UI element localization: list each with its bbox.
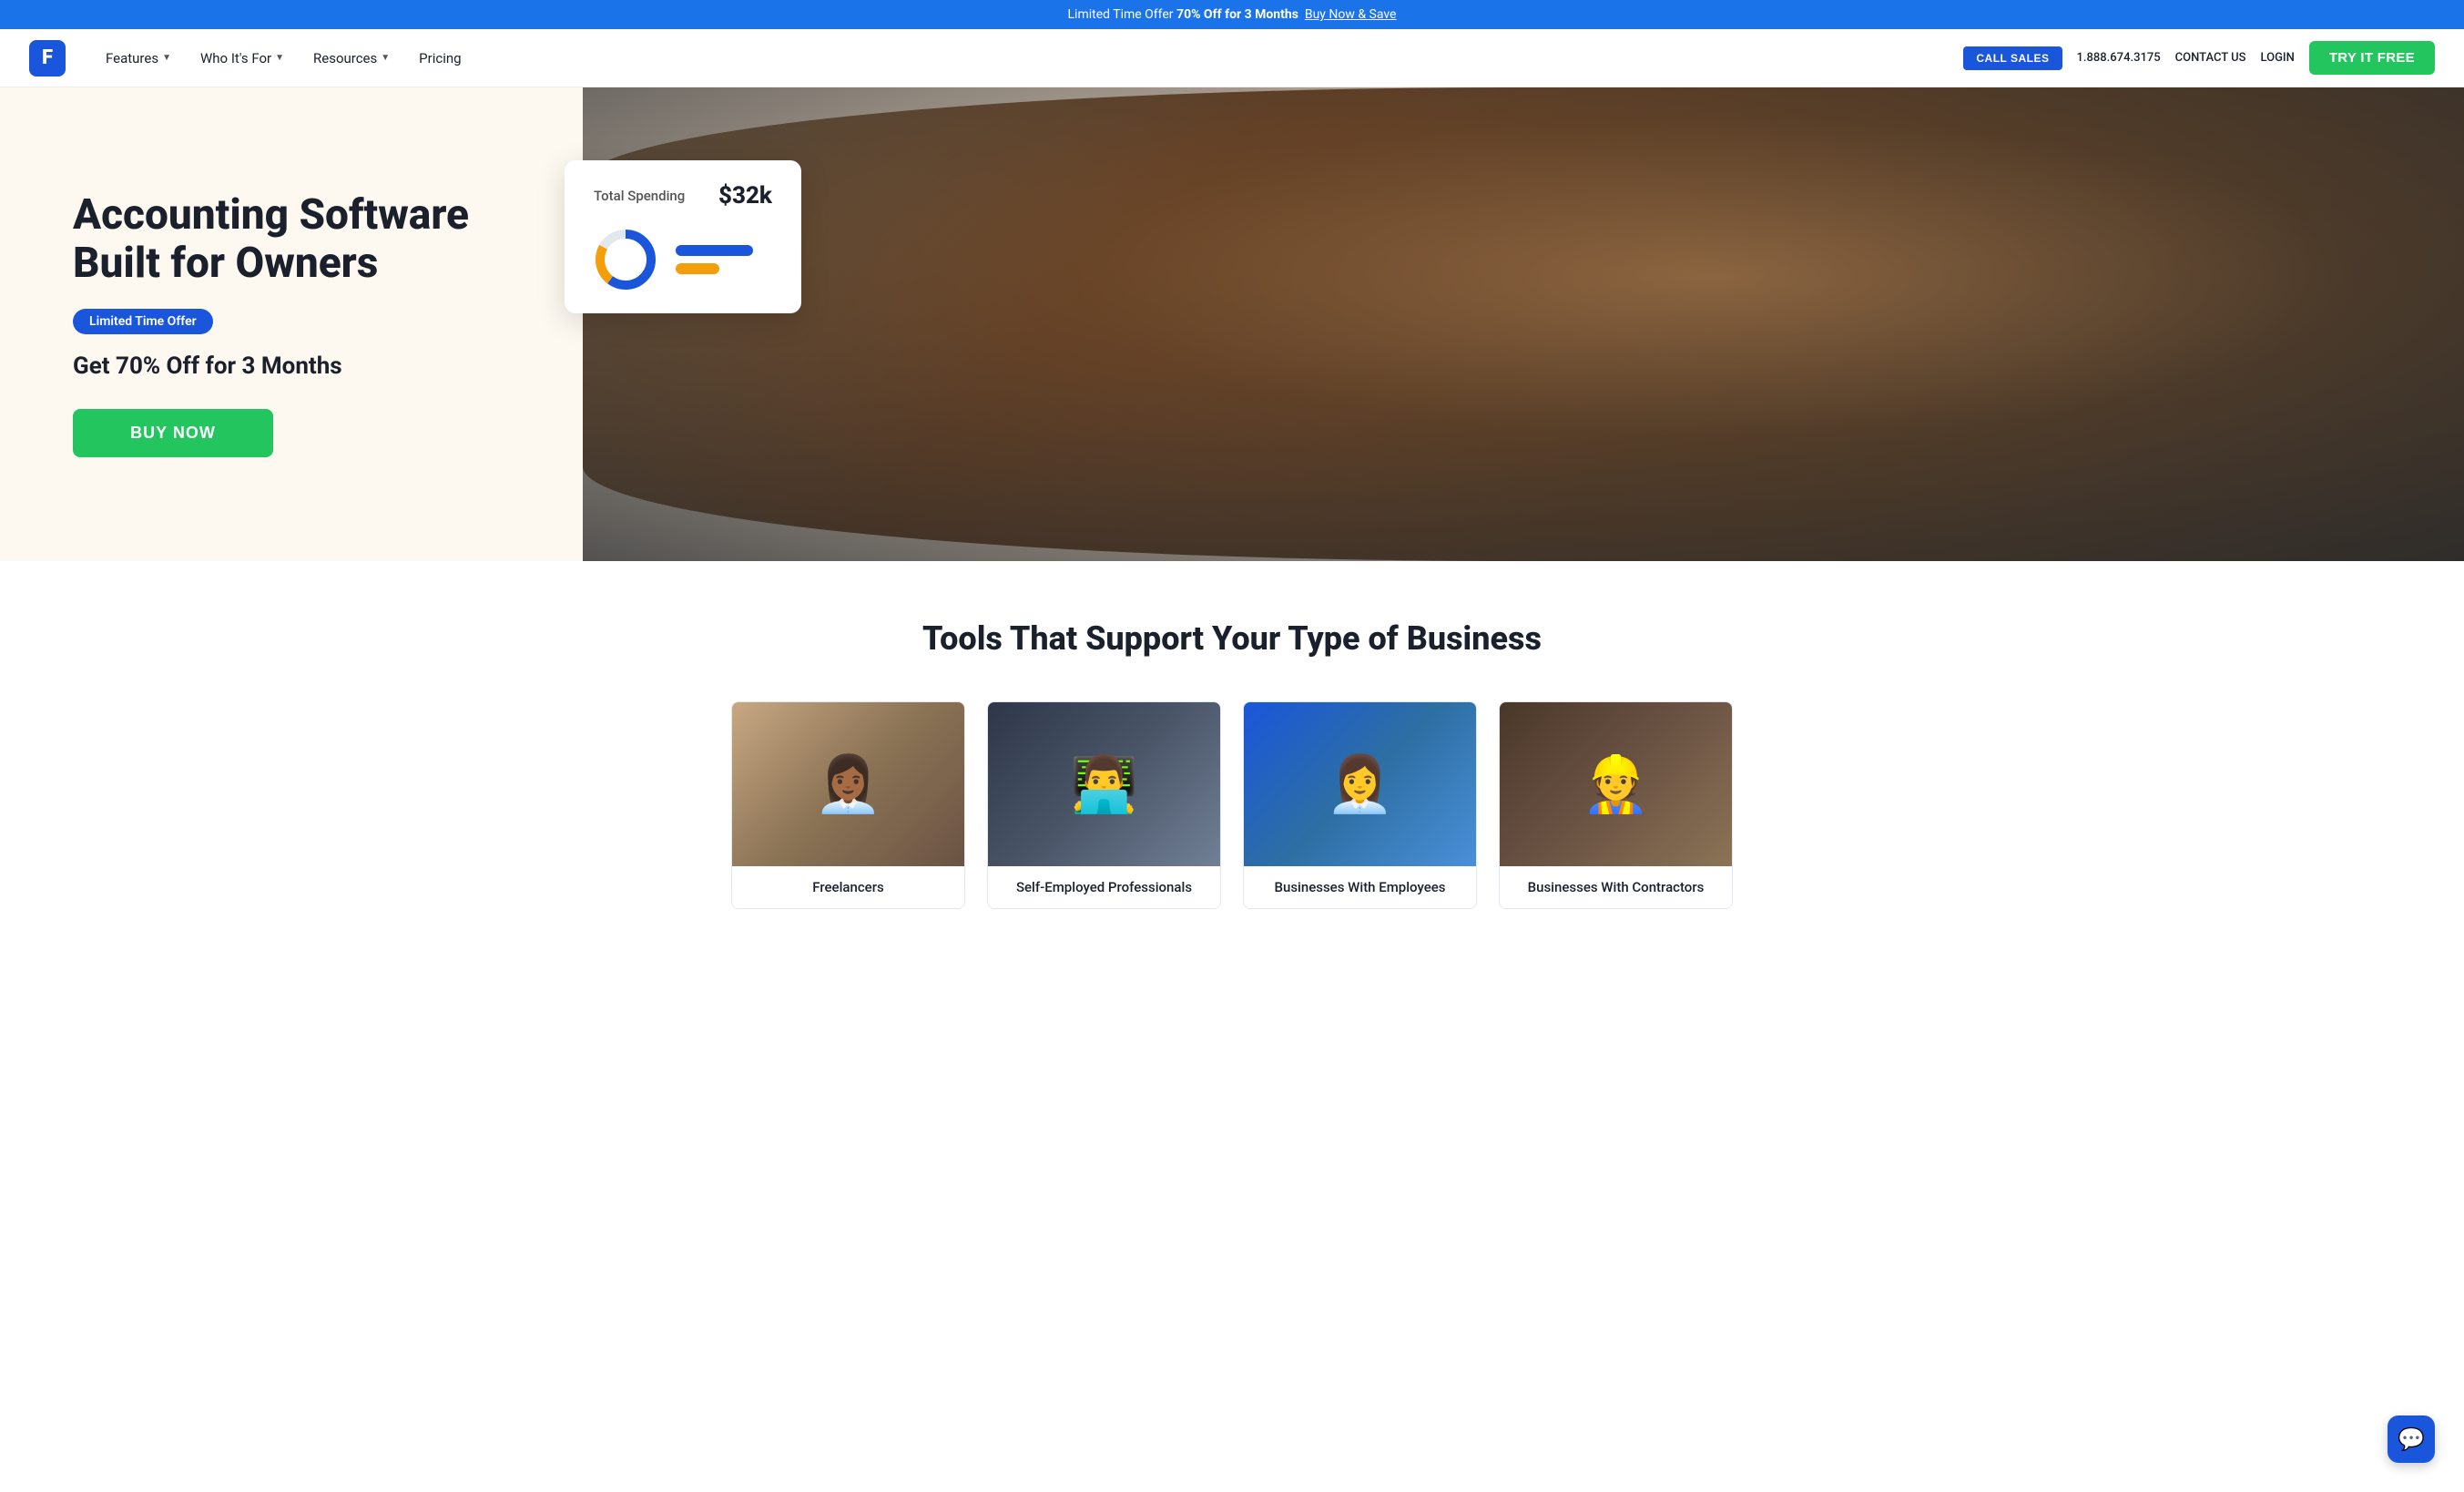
hero-right: Total Spending $32k — [583, 87, 2464, 561]
call-sales-button[interactable]: CALL SALES — [1963, 46, 2062, 70]
self-employed-image — [988, 702, 1220, 866]
banner-prefix: Limited Time Offer — [1068, 7, 1174, 22]
employees-label: Businesses With Employees — [1244, 866, 1476, 908]
tool-card-self-employed[interactable]: Self-Employed Professionals — [987, 701, 1221, 909]
hero-left: Accounting Software Built for Owners Lim… — [0, 87, 583, 561]
freelancers-label: Freelancers — [732, 866, 964, 908]
chart-bars — [676, 245, 772, 274]
nav-right: CALL SALES 1.888.674.3175 CONTACT US LOG… — [1963, 41, 2435, 75]
freelancers-image — [732, 702, 964, 866]
chevron-down-icon: ▼ — [275, 53, 284, 63]
top-banner: Limited Time Offer 70% Off for 3 Months … — [0, 0, 2464, 29]
nav-who-its-for[interactable]: Who It's For ▼ — [189, 43, 295, 74]
banner-bold: 70% Off for 3 Months — [1176, 7, 1298, 22]
try-it-free-button[interactable]: TRY IT FREE — [2309, 41, 2435, 75]
tools-title: Tools That Support Your Type of Business — [73, 619, 2391, 658]
tools-section: Tools That Support Your Type of Business… — [0, 561, 2464, 967]
phone-number: 1.888.674.3175 — [2077, 51, 2161, 65]
employees-image — [1244, 702, 1476, 866]
nav-links: Features ▼ Who It's For ▼ Resources ▼ Pr… — [95, 43, 1963, 74]
contractors-image — [1500, 702, 1732, 866]
self-employed-label: Self-Employed Professionals — [988, 866, 1220, 908]
tool-card-freelancers[interactable]: Freelancers — [731, 701, 965, 909]
hero-offer: Get 70% Off for 3 Months — [73, 353, 528, 380]
login-link[interactable]: LOGIN — [2261, 51, 2295, 65]
tool-card-contractors[interactable]: Businesses With Contractors — [1499, 701, 1733, 909]
spending-amount: $32k — [718, 182, 772, 209]
chat-widget[interactable]: 💬 — [2388, 1415, 2435, 1463]
chart-bar-1 — [676, 245, 753, 256]
buy-now-button[interactable]: BUY NOW — [73, 409, 273, 457]
hero-section: Accounting Software Built for Owners Lim… — [0, 87, 2464, 561]
logo[interactable]: F — [29, 40, 66, 77]
chart-bar-2 — [676, 263, 719, 274]
contractors-label: Businesses With Contractors — [1500, 866, 1732, 908]
hero-photo — [583, 87, 2464, 561]
chat-icon: 💬 — [2398, 1426, 2425, 1452]
spending-label: Total Spending — [594, 188, 685, 204]
hero-badge: Limited Time Offer — [73, 309, 213, 334]
navbar: F Features ▼ Who It's For ▼ Resources ▼ … — [0, 29, 2464, 87]
hero-title: Accounting Software Built for Owners — [73, 191, 528, 288]
spending-card: Total Spending $32k — [565, 160, 801, 313]
spending-header: Total Spending $32k — [594, 182, 772, 209]
chevron-down-icon: ▼ — [162, 53, 171, 63]
tool-card-employees[interactable]: Businesses With Employees — [1243, 701, 1477, 909]
tools-grid: Freelancers Self-Employed Professionals … — [731, 701, 1733, 909]
banner-link[interactable]: Buy Now & Save — [1305, 7, 1397, 22]
contact-us-link[interactable]: CONTACT US — [2175, 51, 2246, 65]
nav-pricing[interactable]: Pricing — [408, 43, 472, 74]
nav-features[interactable]: Features ▼ — [95, 43, 182, 74]
chevron-down-icon: ▼ — [381, 53, 390, 63]
spending-chart — [594, 228, 772, 291]
nav-resources[interactable]: Resources ▼ — [302, 43, 401, 74]
donut-chart-icon — [594, 228, 657, 291]
